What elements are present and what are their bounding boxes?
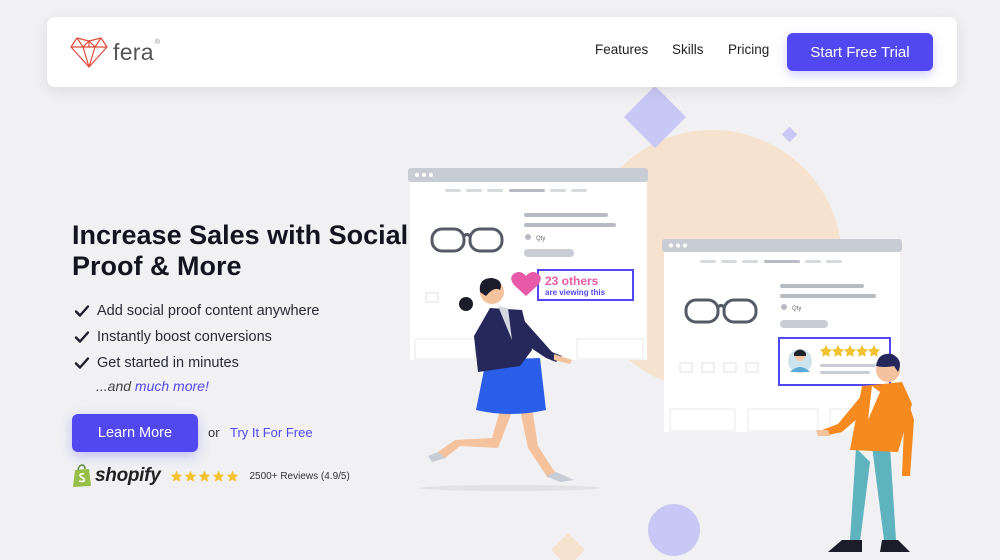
shopify-wordmark: shopify xyxy=(95,465,161,486)
star-icon xyxy=(185,470,197,482)
star-icon xyxy=(171,470,183,482)
feature-text: Get started in minutes xyxy=(97,355,239,371)
more-features-line: ...and much more! xyxy=(96,378,209,394)
nav-link-pricing[interactable]: Pricing xyxy=(728,42,769,57)
nav-link-skills[interactable]: Skills xyxy=(672,42,704,57)
star-icon xyxy=(227,470,239,482)
top-navbar: fera ® Features Skills Pricing Start Fre… xyxy=(47,17,957,87)
hero-headline: Increase Sales with Social Proof & More xyxy=(72,220,409,281)
try-it-free-link[interactable]: Try It For Free xyxy=(230,425,313,440)
rating-stars xyxy=(170,470,240,483)
learn-more-button[interactable]: Learn More xyxy=(72,414,198,452)
start-free-trial-button[interactable]: Start Free Trial xyxy=(787,33,933,71)
checkmark-icon xyxy=(74,357,90,369)
viewing-text: are viewing this xyxy=(545,288,606,297)
fera-logo[interactable]: fera ® xyxy=(69,35,160,69)
diamond-small xyxy=(781,126,798,143)
diamond-bottom xyxy=(551,533,585,560)
bottom-circle xyxy=(648,504,700,556)
feature-text: Add social proof content anywhere xyxy=(97,303,320,319)
feature-item: Add social proof content anywhere xyxy=(74,298,319,324)
checkmark-icon xyxy=(74,305,90,317)
checkmark-icon xyxy=(74,331,90,343)
registered-mark: ® xyxy=(154,39,161,46)
shopify-rating: shopify 2500+ Reviews (4.9/5) xyxy=(72,464,350,488)
nav-link-features[interactable]: Features xyxy=(595,42,648,57)
reviews-count: 2500+ Reviews (4.9/5) xyxy=(249,470,350,482)
qty-label: Qty xyxy=(536,236,545,242)
brand-name: fera xyxy=(113,38,154,65)
feature-item: Instantly boost conversions xyxy=(74,324,319,350)
or-text: or xyxy=(208,425,220,440)
feature-text: Instantly boost conversions xyxy=(97,329,272,345)
feature-list: Add social proof content anywhere Instan… xyxy=(74,298,319,376)
much-more-link[interactable]: much more! xyxy=(135,378,209,394)
shopify-bag-icon xyxy=(73,464,91,487)
star-icon xyxy=(199,470,211,482)
qty-label-2: Qty xyxy=(792,306,801,312)
more-prefix: ...and xyxy=(96,378,135,394)
heart-logo-icon xyxy=(70,37,108,68)
star-icon xyxy=(213,470,225,482)
feature-item: Get started in minutes xyxy=(74,350,319,376)
viewing-count: 23 others xyxy=(545,274,599,288)
review-card xyxy=(778,337,891,386)
